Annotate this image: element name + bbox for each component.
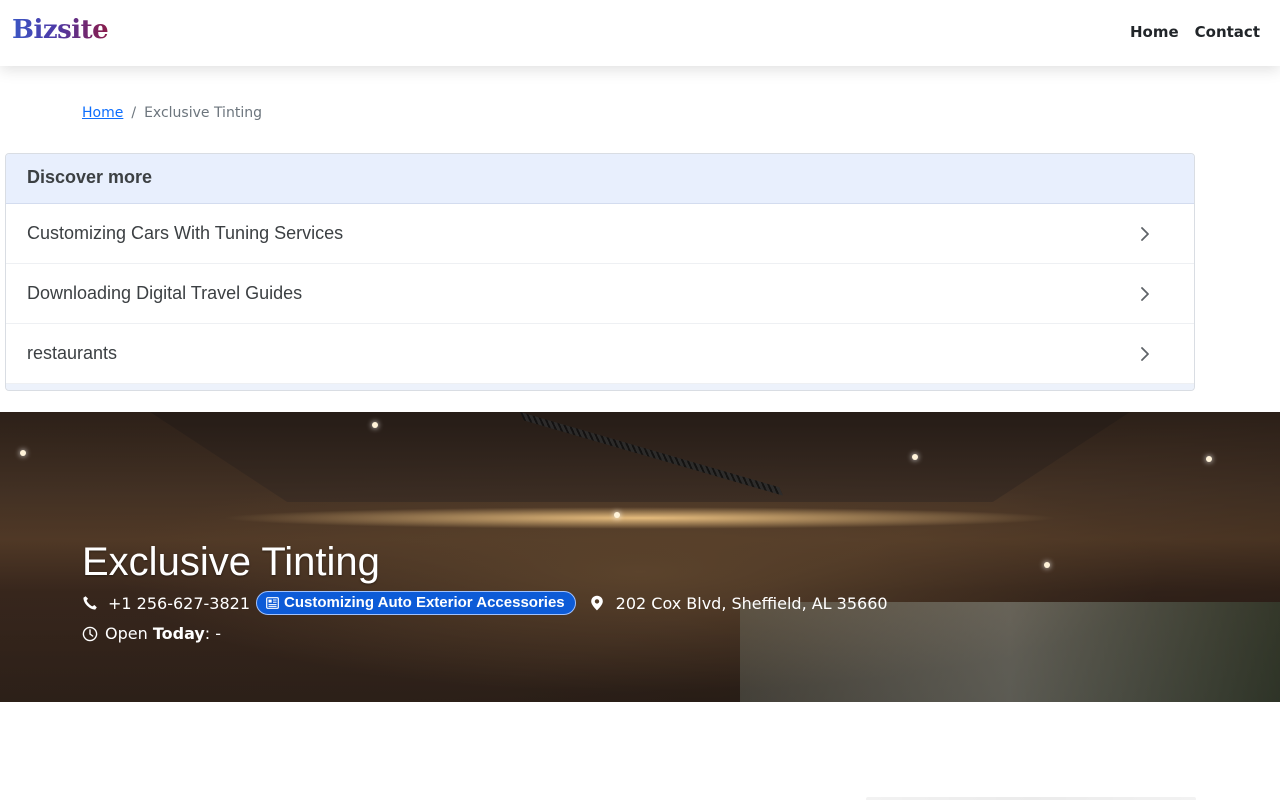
discover-item-restaurants[interactable]: restaurants <box>6 324 1194 384</box>
business-phone[interactable]: +1 256-627-3821 <box>108 594 250 613</box>
site-logo[interactable]: Bizsite <box>12 15 109 45</box>
ceiling-spotlight <box>372 422 378 428</box>
discover-item-tuning[interactable]: Customizing Cars With Tuning Services <box>6 204 1194 264</box>
nav-home-link[interactable]: Home <box>1130 23 1179 41</box>
nav-contact-link[interactable]: Contact <box>1195 23 1260 41</box>
business-info: Exclusive Tinting +1 256-627-3821 Custom… <box>82 540 888 643</box>
hours-day: Today <box>152 624 205 643</box>
category-badge[interactable]: Customizing Auto Exterior Accessories <box>256 591 576 615</box>
business-hours-row: Open Today: - <box>82 624 888 643</box>
ceiling-spotlight <box>912 454 918 460</box>
newspaper-icon <box>266 596 279 609</box>
phone-icon <box>83 596 97 610</box>
breadcrumb-current: Exclusive Tinting <box>144 105 262 121</box>
business-hero-banner: Exclusive Tinting +1 256-627-3821 Custom… <box>0 412 1280 702</box>
map-pin-icon <box>590 595 603 611</box>
business-address: 202 Cox Blvd, Sheffield, AL 35660 <box>615 593 888 613</box>
hero-background-light <box>220 507 1060 529</box>
business-contact-row: +1 256-627-3821 Customizing Auto Exterio… <box>82 591 888 615</box>
chevron-right-icon <box>1141 286 1149 301</box>
ceiling-spotlight <box>614 512 620 518</box>
ceiling-spotlight <box>20 450 26 456</box>
hours-open-label: Open <box>105 624 148 643</box>
breadcrumb: Home / Exclusive Tinting <box>82 105 262 121</box>
main-nav: Home Contact <box>1130 23 1260 41</box>
discover-more-title: Discover more <box>6 154 1194 204</box>
site-header: Bizsite Home Contact <box>0 0 1280 66</box>
breadcrumb-separator: / <box>131 105 137 121</box>
hours-value: : - <box>204 624 222 643</box>
discover-more-panel: Discover more Customizing Cars With Tuni… <box>5 153 1195 391</box>
business-name: Exclusive Tinting <box>82 540 380 584</box>
chevron-right-icon <box>1141 346 1149 361</box>
ceiling-spotlight <box>1044 562 1050 568</box>
discover-item-label: Customizing Cars With Tuning Services <box>27 223 344 243</box>
discover-item-travel-guides[interactable]: Downloading Digital Travel Guides <box>6 264 1194 324</box>
discover-panel-footer <box>6 384 1194 390</box>
discover-item-label: restaurants <box>27 343 118 363</box>
chevron-right-icon <box>1141 226 1149 241</box>
hero-background-ceiling <box>150 412 1130 502</box>
category-label: Customizing Auto Exterior Accessories <box>284 594 565 611</box>
discover-item-label: Downloading Digital Travel Guides <box>27 283 303 303</box>
clock-icon <box>82 626 98 641</box>
breadcrumb-home-link[interactable]: Home <box>82 105 123 121</box>
ceiling-spotlight <box>1206 456 1212 462</box>
